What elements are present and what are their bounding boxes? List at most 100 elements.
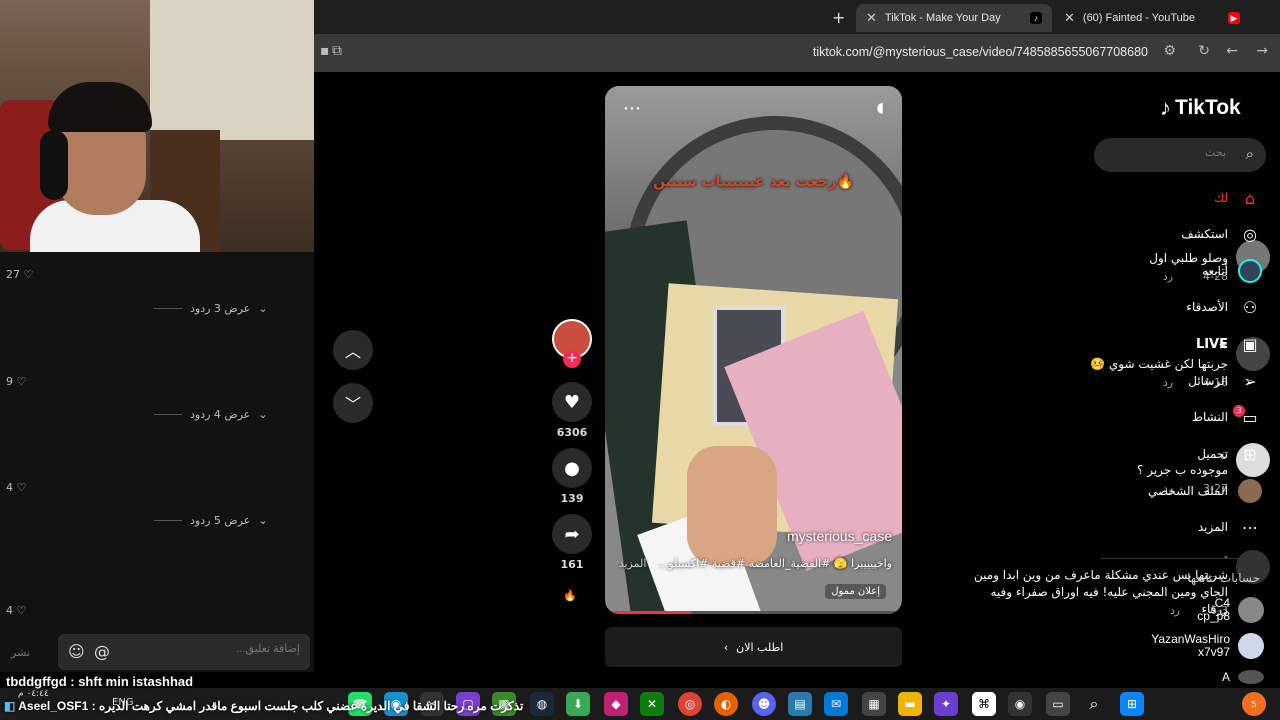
- account-handle: x7v97: [1197, 645, 1230, 659]
- home-icon: ⌂: [1244, 188, 1256, 208]
- nav-label: لك: [1214, 191, 1228, 205]
- next-video-button[interactable]: ﹀: [333, 383, 373, 423]
- following-account[interactable]: C4 cp_p8: [1197, 597, 1264, 623]
- video-progress-bar[interactable]: [605, 611, 902, 614]
- copilot-icon[interactable]: ✦: [934, 692, 958, 716]
- video-author[interactable]: mysterious_case: [787, 528, 892, 544]
- tab-tiktok[interactable]: ✕ TikTok - Make Your Day ♪: [856, 4, 1052, 32]
- comment-reply-button[interactable]: رد: [1163, 270, 1173, 283]
- capcut-icon[interactable]: ⌘: [972, 692, 996, 716]
- nav-profile[interactable]: الملف الشخصي: [1148, 478, 1262, 504]
- install-app-icon[interactable]: ⧉: [332, 43, 342, 59]
- nav-live[interactable]: ▣ LIVE: [1196, 331, 1262, 357]
- like-count: 6306: [556, 426, 588, 439]
- comment-like-button[interactable]: 27 ♡: [6, 268, 33, 281]
- tab-youtube[interactable]: ✕ (60) Fainted - YouTube ▶: [1054, 4, 1250, 32]
- chat-text: shft min istashhad: [78, 674, 194, 689]
- nav-for-you[interactable]: ⌂ لك: [1214, 185, 1262, 211]
- view-replies-button[interactable]: ⌄ عرض 3 ردود: [154, 302, 268, 315]
- app-icon[interactable]: ⬇: [566, 692, 590, 716]
- chrome-icon[interactable]: ◎: [678, 692, 702, 716]
- emoji-icon[interactable]: ☺: [68, 642, 85, 661]
- comment-like-button[interactable]: 4 ♡: [6, 604, 26, 617]
- outlook-icon[interactable]: ✉: [824, 692, 848, 716]
- firefox-icon[interactable]: ◐: [714, 692, 738, 716]
- view-replies-button[interactable]: ⌄ عرض 5 ردود: [154, 514, 268, 527]
- view-replies-label: عرض 3 ردود: [190, 302, 251, 315]
- sponsored-label: إعلان ممول: [825, 584, 886, 599]
- steam-icon[interactable]: ◍: [530, 692, 554, 716]
- share-action: ➦ 161: [552, 514, 592, 571]
- reload-icon[interactable]: ↻: [1198, 43, 1210, 59]
- more-options-icon[interactable]: ⋯: [623, 98, 641, 119]
- follow-button[interactable]: +: [563, 350, 581, 368]
- music-disc-icon[interactable]: 🔥: [563, 589, 577, 602]
- view-replies-button[interactable]: ⌄ عرض 4 ردود: [154, 408, 268, 421]
- like-count: 4: [6, 604, 13, 617]
- comment-count: 139: [560, 492, 584, 505]
- nav-upload[interactable]: ⊞ تحميل: [1197, 441, 1262, 467]
- compass-icon: ◎: [1243, 224, 1257, 244]
- apply-now-button[interactable]: ‹ اطلب الان: [605, 627, 902, 667]
- heart-icon: ♡: [16, 604, 27, 617]
- tiktok-logo[interactable]: ♪ TikTok: [1160, 95, 1241, 121]
- following-account[interactable]: A: [1222, 670, 1264, 684]
- task-view-icon[interactable]: ▭: [1046, 692, 1070, 716]
- comment-button[interactable]: ●: [552, 448, 592, 488]
- comments-panel: [0, 252, 314, 672]
- start-icon[interactable]: ⊞: [1120, 692, 1144, 716]
- close-tab-icon[interactable]: ✕: [866, 10, 877, 26]
- close-tab-icon[interactable]: ✕: [1064, 10, 1075, 26]
- search-icon[interactable]: ⌕: [1246, 145, 1254, 163]
- previous-video-button[interactable]: ︿: [333, 330, 373, 370]
- comment-like-button[interactable]: 9 ♡: [6, 375, 26, 388]
- back-icon[interactable]: ←: [1226, 43, 1238, 59]
- folder-icon[interactable]: ▬: [898, 692, 922, 716]
- search-input[interactable]: [1116, 147, 1226, 159]
- nav-following[interactable]: أتابعه: [1202, 258, 1262, 284]
- notification-icon[interactable]: 5: [1242, 692, 1266, 716]
- nav-more[interactable]: ⋯ المزيد: [1198, 514, 1262, 540]
- view-replies-label: عرض 5 ردود: [190, 514, 251, 527]
- site-info-icon[interactable]: ▪: [320, 43, 330, 59]
- video-caption: واخيييييرا 🫣 #القضية_الغامضة #قضية #اكسب…: [619, 557, 892, 570]
- caption-more-button[interactable]: المزيد: [619, 557, 647, 570]
- nav-messages[interactable]: ➢ الرسائل: [1188, 368, 1262, 394]
- video-player[interactable]: ⋯ ◖ رجعت بعد غيييييياب سنتين🔥 mysterious…: [605, 86, 902, 614]
- comment-like-button[interactable]: 4 ♡: [6, 481, 26, 494]
- chat-text: تذكرت مره رحتا الشقا في الديره عضني كلب …: [98, 699, 524, 713]
- youtube-icon: ▶: [1228, 12, 1240, 24]
- page-settings-icon[interactable]: ⚙: [1163, 43, 1176, 59]
- discord-icon[interactable]: ☻: [752, 692, 776, 716]
- obs-icon[interactable]: ◉: [1008, 692, 1032, 716]
- url-field[interactable]: tiktok.com/@mysterious_case/video/748588…: [813, 45, 1148, 59]
- comment-reply-button[interactable]: رد: [1163, 376, 1173, 389]
- nav-friends[interactable]: ⚇ الأصدقاء: [1186, 294, 1262, 320]
- app-icon[interactable]: ▤: [788, 692, 812, 716]
- nav-explore[interactable]: ◎ استكشف: [1181, 221, 1262, 247]
- profile-avatar-icon: [1238, 479, 1262, 503]
- mention-icon[interactable]: @: [94, 642, 110, 661]
- search-icon[interactable]: ⌕: [1082, 692, 1106, 716]
- chat-badge-icon: ◧: [4, 699, 16, 713]
- comment-author[interactable]: -: [1224, 550, 1228, 563]
- comment-input[interactable]: [140, 643, 300, 655]
- volume-icon[interactable]: ◖: [877, 100, 884, 116]
- following-account[interactable]: YazanWasHiro x7v97: [1151, 633, 1264, 659]
- clock: ٠٤:٤٤ م: [18, 689, 49, 699]
- xbox-icon[interactable]: ✕: [640, 692, 664, 716]
- forward-icon[interactable]: →: [1256, 43, 1268, 59]
- nav-activity[interactable]: ▭ النشاط: [1192, 404, 1262, 430]
- share-button[interactable]: ➦: [552, 514, 592, 554]
- divider: [1100, 558, 1260, 559]
- send-icon: ➢: [1243, 371, 1257, 391]
- comment-bubble-icon: ●: [564, 457, 580, 479]
- app-icon[interactable]: ◆: [604, 692, 628, 716]
- heart-icon: ♡: [16, 481, 27, 494]
- notification-badge: 5: [1251, 699, 1257, 709]
- like-button[interactable]: ♥: [552, 382, 592, 422]
- post-comment-button[interactable]: نشر: [11, 646, 30, 659]
- comment-reply-button[interactable]: رد: [1170, 604, 1180, 617]
- store-icon[interactable]: ▦: [862, 692, 886, 716]
- new-tab-button[interactable]: +: [832, 8, 845, 27]
